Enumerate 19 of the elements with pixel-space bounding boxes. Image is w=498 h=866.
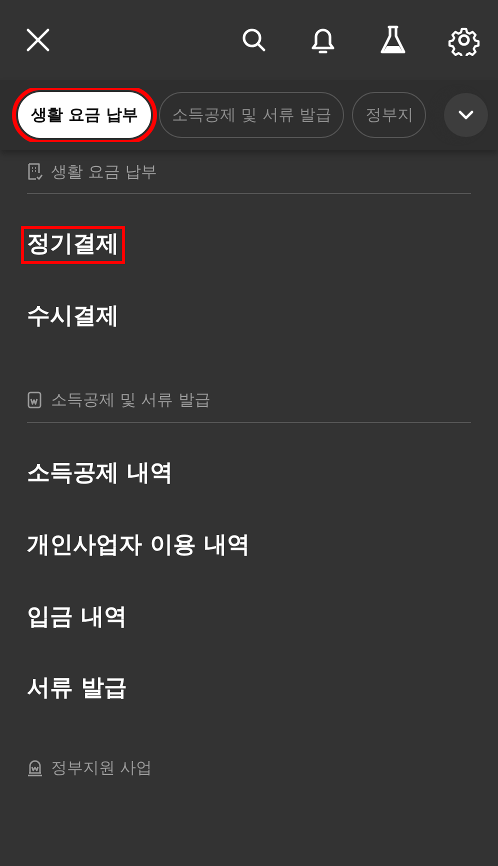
menu-item[interactable]: 입금 내역 [21, 598, 134, 636]
category-chip[interactable]: 소득공제 및 서류 발급 [159, 92, 344, 138]
monument-icon [27, 759, 43, 778]
receipt-icon [27, 162, 43, 180]
menu-item[interactable]: 정기결제 [21, 226, 125, 264]
section-title: 소득공제 및 서류 발급 [51, 389, 210, 412]
close-button[interactable] [24, 26, 52, 54]
category-chip[interactable]: 정부지 [352, 92, 426, 138]
expand-button[interactable] [444, 93, 488, 137]
section-title: 정부지원 사업 [51, 757, 152, 780]
menu-item[interactable]: 수시결제 [21, 298, 125, 336]
chevron-down-icon [458, 110, 474, 120]
menu-item[interactable]: 개인사업자 이용 내역 [21, 526, 256, 565]
menu-item[interactable]: 소득공제 내역 [21, 454, 180, 493]
flask-icon[interactable] [378, 24, 408, 56]
menu-item[interactable]: 서류 발급 [21, 670, 134, 708]
search-icon[interactable] [240, 26, 268, 54]
document-icon [27, 391, 43, 410]
section-title: 생활 요금 납부 [51, 160, 158, 182]
